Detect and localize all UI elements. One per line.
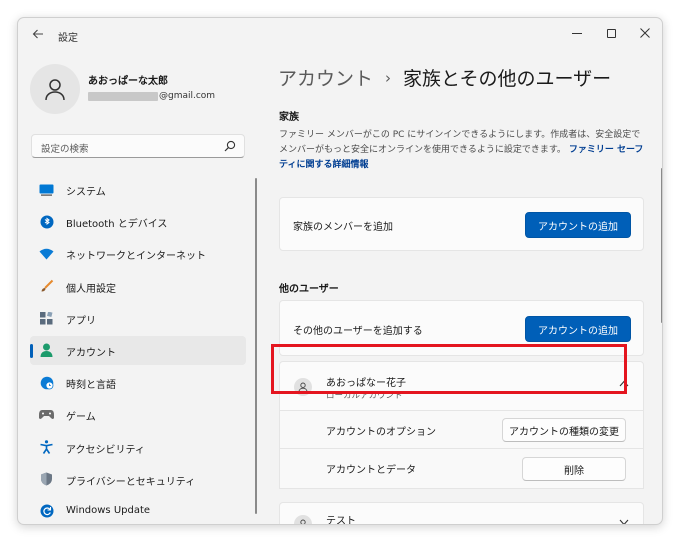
globe-clock-icon [39, 375, 54, 390]
account-data-label: アカウントとデータ [326, 465, 416, 476]
family-section-title: 家族 [279, 112, 299, 123]
accessibility-icon [39, 440, 54, 455]
sidebar-nav: システム Bluetooth とデバイス ネットワークとインターネット 個人用設… [30, 175, 246, 524]
account-data-row: アカウントとデータ 削除 [279, 449, 644, 489]
sidebar-item-time-language[interactable]: 時刻と言語 [30, 368, 246, 397]
search-placeholder: 設定の検索 [41, 144, 89, 155]
main-scrollbar[interactable] [661, 168, 662, 323]
family-description: ファミリー メンバーがこの PC にサインインできるようにします。作成者は、安全… [279, 128, 649, 173]
person-icon [300, 519, 306, 524]
sidebar-item-accessibility[interactable]: アクセシビリティ [30, 433, 246, 462]
close-icon [640, 28, 650, 38]
email-suffix: @gmail.com [159, 91, 216, 101]
breadcrumb-separator: › [385, 69, 392, 87]
update-icon [39, 504, 54, 519]
maximize-button[interactable] [594, 18, 628, 48]
sidebar-item-accounts[interactable]: アカウント [30, 335, 246, 365]
user-email: @gmail.com [88, 91, 215, 101]
sidebar-item-gaming[interactable]: ゲーム [30, 400, 246, 429]
shield-icon [39, 472, 54, 487]
sidebar-scrollbar[interactable] [255, 178, 257, 514]
sidebar-item-label: アクセシビリティ [66, 444, 145, 456]
minimize-button[interactable] [560, 18, 594, 48]
title-bar: 設定 [18, 18, 662, 52]
sidebar-item-system[interactable]: システム [30, 175, 246, 204]
sidebar-item-label: 個人用設定 [66, 283, 116, 295]
bluetooth-icon [39, 214, 54, 229]
selection-indicator [30, 343, 33, 358]
system-icon [39, 182, 54, 197]
change-account-type-button[interactable]: アカウントの種類の変更 [502, 418, 626, 442]
account-options-row: アカウントのオプション アカウントの種類の変更 [279, 411, 644, 449]
sidebar-item-label: ゲーム [66, 412, 96, 424]
add-other-account-button[interactable]: アカウントの追加 [525, 316, 631, 342]
page-title: 家族とその他のユーザー [403, 68, 612, 90]
sidebar-item-label: アカウント [66, 347, 116, 359]
sidebar-item-label: Bluetooth とデバイス [66, 219, 168, 231]
sidebar-item-network[interactable]: ネットワークとインターネット [30, 239, 246, 268]
sidebar-item-label: 時刻と言語 [66, 380, 116, 392]
user-avatar [294, 515, 312, 524]
breadcrumb-parent[interactable]: アカウント [278, 68, 373, 90]
account-options-label: アカウントのオプション [326, 427, 436, 438]
user-name: あおっぱーな太郎 [88, 76, 168, 87]
maximize-icon [606, 28, 616, 38]
user-name: テスト [326, 516, 356, 525]
user-row[interactable]: テスト [279, 502, 644, 525]
close-button[interactable] [628, 18, 662, 48]
account-icon [39, 343, 54, 358]
user-profile: あおっぱーな太郎 @gmail.com [30, 64, 260, 116]
gamepad-icon [39, 407, 54, 422]
add-family-account-button[interactable]: アカウントの追加 [525, 212, 631, 238]
sidebar-item-label: ネットワークとインターネット [66, 251, 206, 263]
app-title: 設定 [58, 33, 78, 44]
settings-window: 設定 あおっぱーな太郎 @gmail.com 設定の検索 システム Blueto… [17, 17, 663, 525]
add-family-member-label: 家族のメンバーを追加 [293, 222, 393, 233]
apps-icon [39, 311, 54, 326]
sidebar-item-label: Windows Update [66, 504, 151, 516]
search-input[interactable]: 設定の検索 [31, 134, 245, 158]
person-icon [45, 79, 65, 101]
search-icon [224, 140, 236, 152]
sidebar-item-label: アプリ [66, 315, 96, 327]
minimize-icon [572, 32, 582, 34]
remove-account-button[interactable]: 削除 [522, 457, 626, 481]
window-controls [560, 18, 662, 48]
email-redaction [88, 91, 158, 101]
sidebar-item-label: プライバシーとセキュリティ [66, 476, 196, 488]
sidebar-item-windows-update[interactable]: Windows Update [30, 497, 246, 524]
breadcrumb: アカウント › 家族とその他のユーザー [278, 64, 611, 91]
back-button[interactable] [30, 28, 46, 44]
brush-icon [39, 279, 54, 294]
sidebar-item-privacy[interactable]: プライバシーとセキュリティ [30, 465, 246, 494]
avatar [30, 64, 80, 114]
chevron-down-icon[interactable] [619, 519, 629, 525]
wifi-icon [39, 246, 54, 261]
sidebar-item-apps[interactable]: アプリ [30, 304, 246, 333]
sidebar-item-label: システム [66, 187, 106, 198]
sidebar-item-bluetooth[interactable]: Bluetooth とデバイス [30, 207, 246, 236]
back-arrow-icon [32, 29, 43, 39]
add-other-user-label: その他のユーザーを追加する [293, 326, 423, 337]
add-family-member-card: 家族のメンバーを追加 アカウントの追加 [279, 197, 644, 251]
highlight-box [271, 344, 627, 394]
other-users-section-title: 他のユーザー [279, 284, 339, 295]
sidebar-item-personalization[interactable]: 個人用設定 [30, 272, 246, 301]
